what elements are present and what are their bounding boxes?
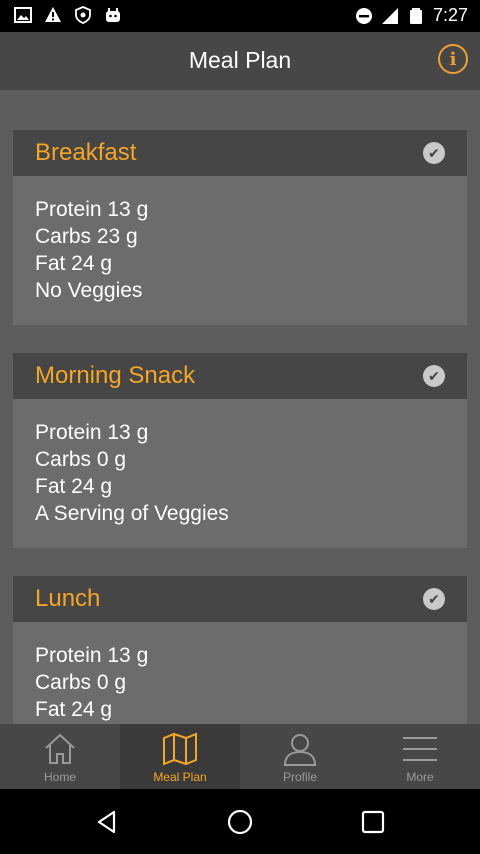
signal-icon	[381, 7, 399, 25]
shield-icon	[74, 6, 92, 24]
back-icon[interactable]	[94, 809, 120, 835]
nav-label: More	[406, 770, 434, 784]
meal-line: Protein 13 g	[35, 644, 149, 667]
nav-tab-more[interactable]: More	[360, 724, 480, 789]
meal-line: Carbs 23 g	[35, 225, 138, 248]
recents-icon[interactable]	[360, 809, 386, 835]
meal-line: Carbs 0 g	[35, 448, 127, 471]
dnd-icon	[355, 7, 373, 25]
meal-line: No Veggies	[35, 279, 143, 302]
person-icon	[283, 734, 317, 766]
page-title: Meal Plan	[188, 47, 292, 73]
nav-label: Profile	[282, 770, 317, 784]
map-icon	[163, 732, 197, 766]
meal-header[interactable]: Breakfast ✔	[13, 130, 467, 176]
meal-name: Breakfast	[35, 139, 137, 166]
meal-line: Carbs 0 g	[35, 671, 127, 694]
app-bar: Meal Plan i	[0, 32, 480, 90]
home-icon	[45, 733, 75, 764]
system-nav-bar	[0, 789, 480, 854]
check-icon[interactable]: ✔	[423, 142, 445, 164]
meal-line: Fat 24 g	[35, 252, 113, 275]
bottom-nav: Home Meal Plan Profile More	[0, 724, 480, 789]
status-time: 7:27	[432, 5, 468, 25]
meal-card-morning-snack[interactable]: Morning Snack ✔ Protein 13 g Carbs 0 g F…	[13, 353, 467, 548]
battery-icon	[407, 7, 425, 25]
meal-header[interactable]: Morning Snack ✔	[13, 353, 467, 399]
meal-card-breakfast[interactable]: Breakfast ✔ Protein 13 g Carbs 23 g Fat …	[13, 130, 467, 325]
info-label: i	[449, 48, 457, 70]
home-button-icon[interactable]	[227, 809, 253, 835]
warning-icon	[44, 6, 62, 24]
menu-icon	[403, 737, 437, 761]
nav-tab-meal-plan[interactable]: Meal Plan	[120, 724, 240, 789]
image-icon	[14, 6, 32, 24]
meal-details: Protein 13 g Carbs 23 g Fat 24 g No Vegg…	[13, 176, 467, 325]
meal-list[interactable]: Breakfast ✔ Protein 13 g Carbs 23 g Fat …	[0, 90, 480, 724]
meal-line: Protein 13 g	[35, 421, 149, 444]
info-icon[interactable]: i	[438, 44, 468, 74]
check-icon[interactable]: ✔	[423, 588, 445, 610]
meal-name: Morning Snack	[35, 362, 196, 389]
check-icon[interactable]: ✔	[423, 365, 445, 387]
meal-details: Protein 13 g Carbs 0 g Fat 24 g A Servin…	[13, 399, 467, 548]
status-bar: 7:27	[0, 0, 480, 32]
meal-card-lunch[interactable]: Lunch ✔ Protein 13 g Carbs 0 g Fat 24 g	[13, 576, 467, 724]
nav-tab-profile[interactable]: Profile	[240, 724, 360, 789]
meal-details: Protein 13 g Carbs 0 g Fat 24 g	[13, 622, 467, 724]
android-icon	[104, 6, 122, 24]
meal-line: Fat 24 g	[35, 698, 113, 721]
nav-label: Meal Plan	[153, 770, 207, 784]
meal-line: A Serving of Veggies	[35, 502, 229, 525]
nav-label: Home	[43, 770, 76, 784]
meal-name: Lunch	[35, 585, 101, 612]
meal-line: Fat 24 g	[35, 475, 113, 498]
meal-line: Protein 13 g	[35, 198, 149, 221]
nav-tab-home[interactable]: Home	[0, 724, 120, 789]
meal-header[interactable]: Lunch ✔	[13, 576, 467, 622]
